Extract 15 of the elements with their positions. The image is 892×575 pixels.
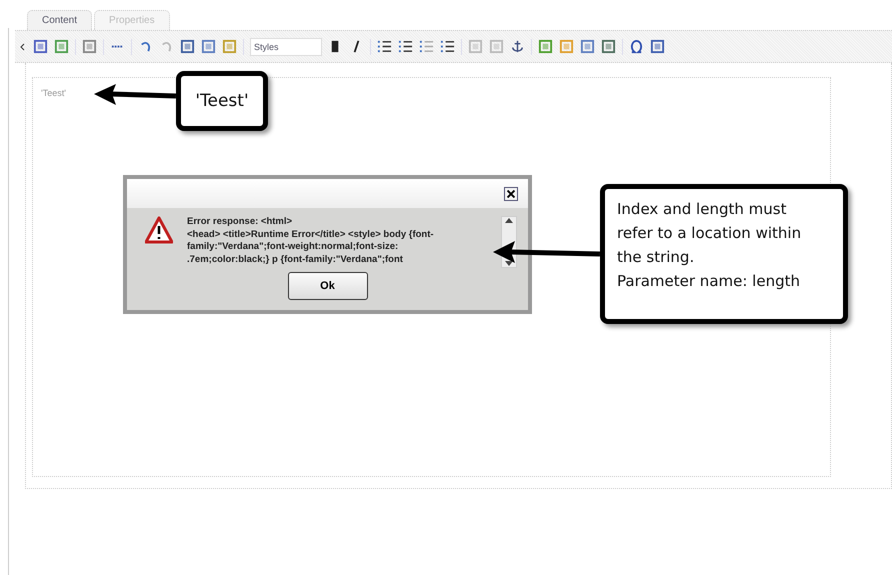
editor-text: 'Teest' [41,88,67,98]
close-button[interactable] [504,186,518,200]
ok-button[interactable]: Ok [288,272,368,300]
callout-text: 'Teest' [176,71,268,131]
scroll-up-icon[interactable] [505,217,513,223]
tab[interactable]: Content [27,10,92,30]
warning-icon [145,216,173,244]
callout-text: Index and length must refer to a location within the string. Parameter name: length [600,184,848,324]
bullet-list-icon[interactable] [377,39,392,54]
anchor-icon[interactable] [510,39,525,54]
omega-icon[interactable] [629,39,644,54]
styles-dropdown[interactable]: Styles [250,38,322,56]
scroll-down-icon[interactable] [505,261,513,267]
collapse-icon[interactable] [19,42,27,50]
error-message: Error response: <html> <head> <title>Runtime Error</title> <style> body {font- family:"Verdana";font-weight:normal;font-size: .7em;color:black;} p {font-family:"Verdana";font [187,216,435,266]
